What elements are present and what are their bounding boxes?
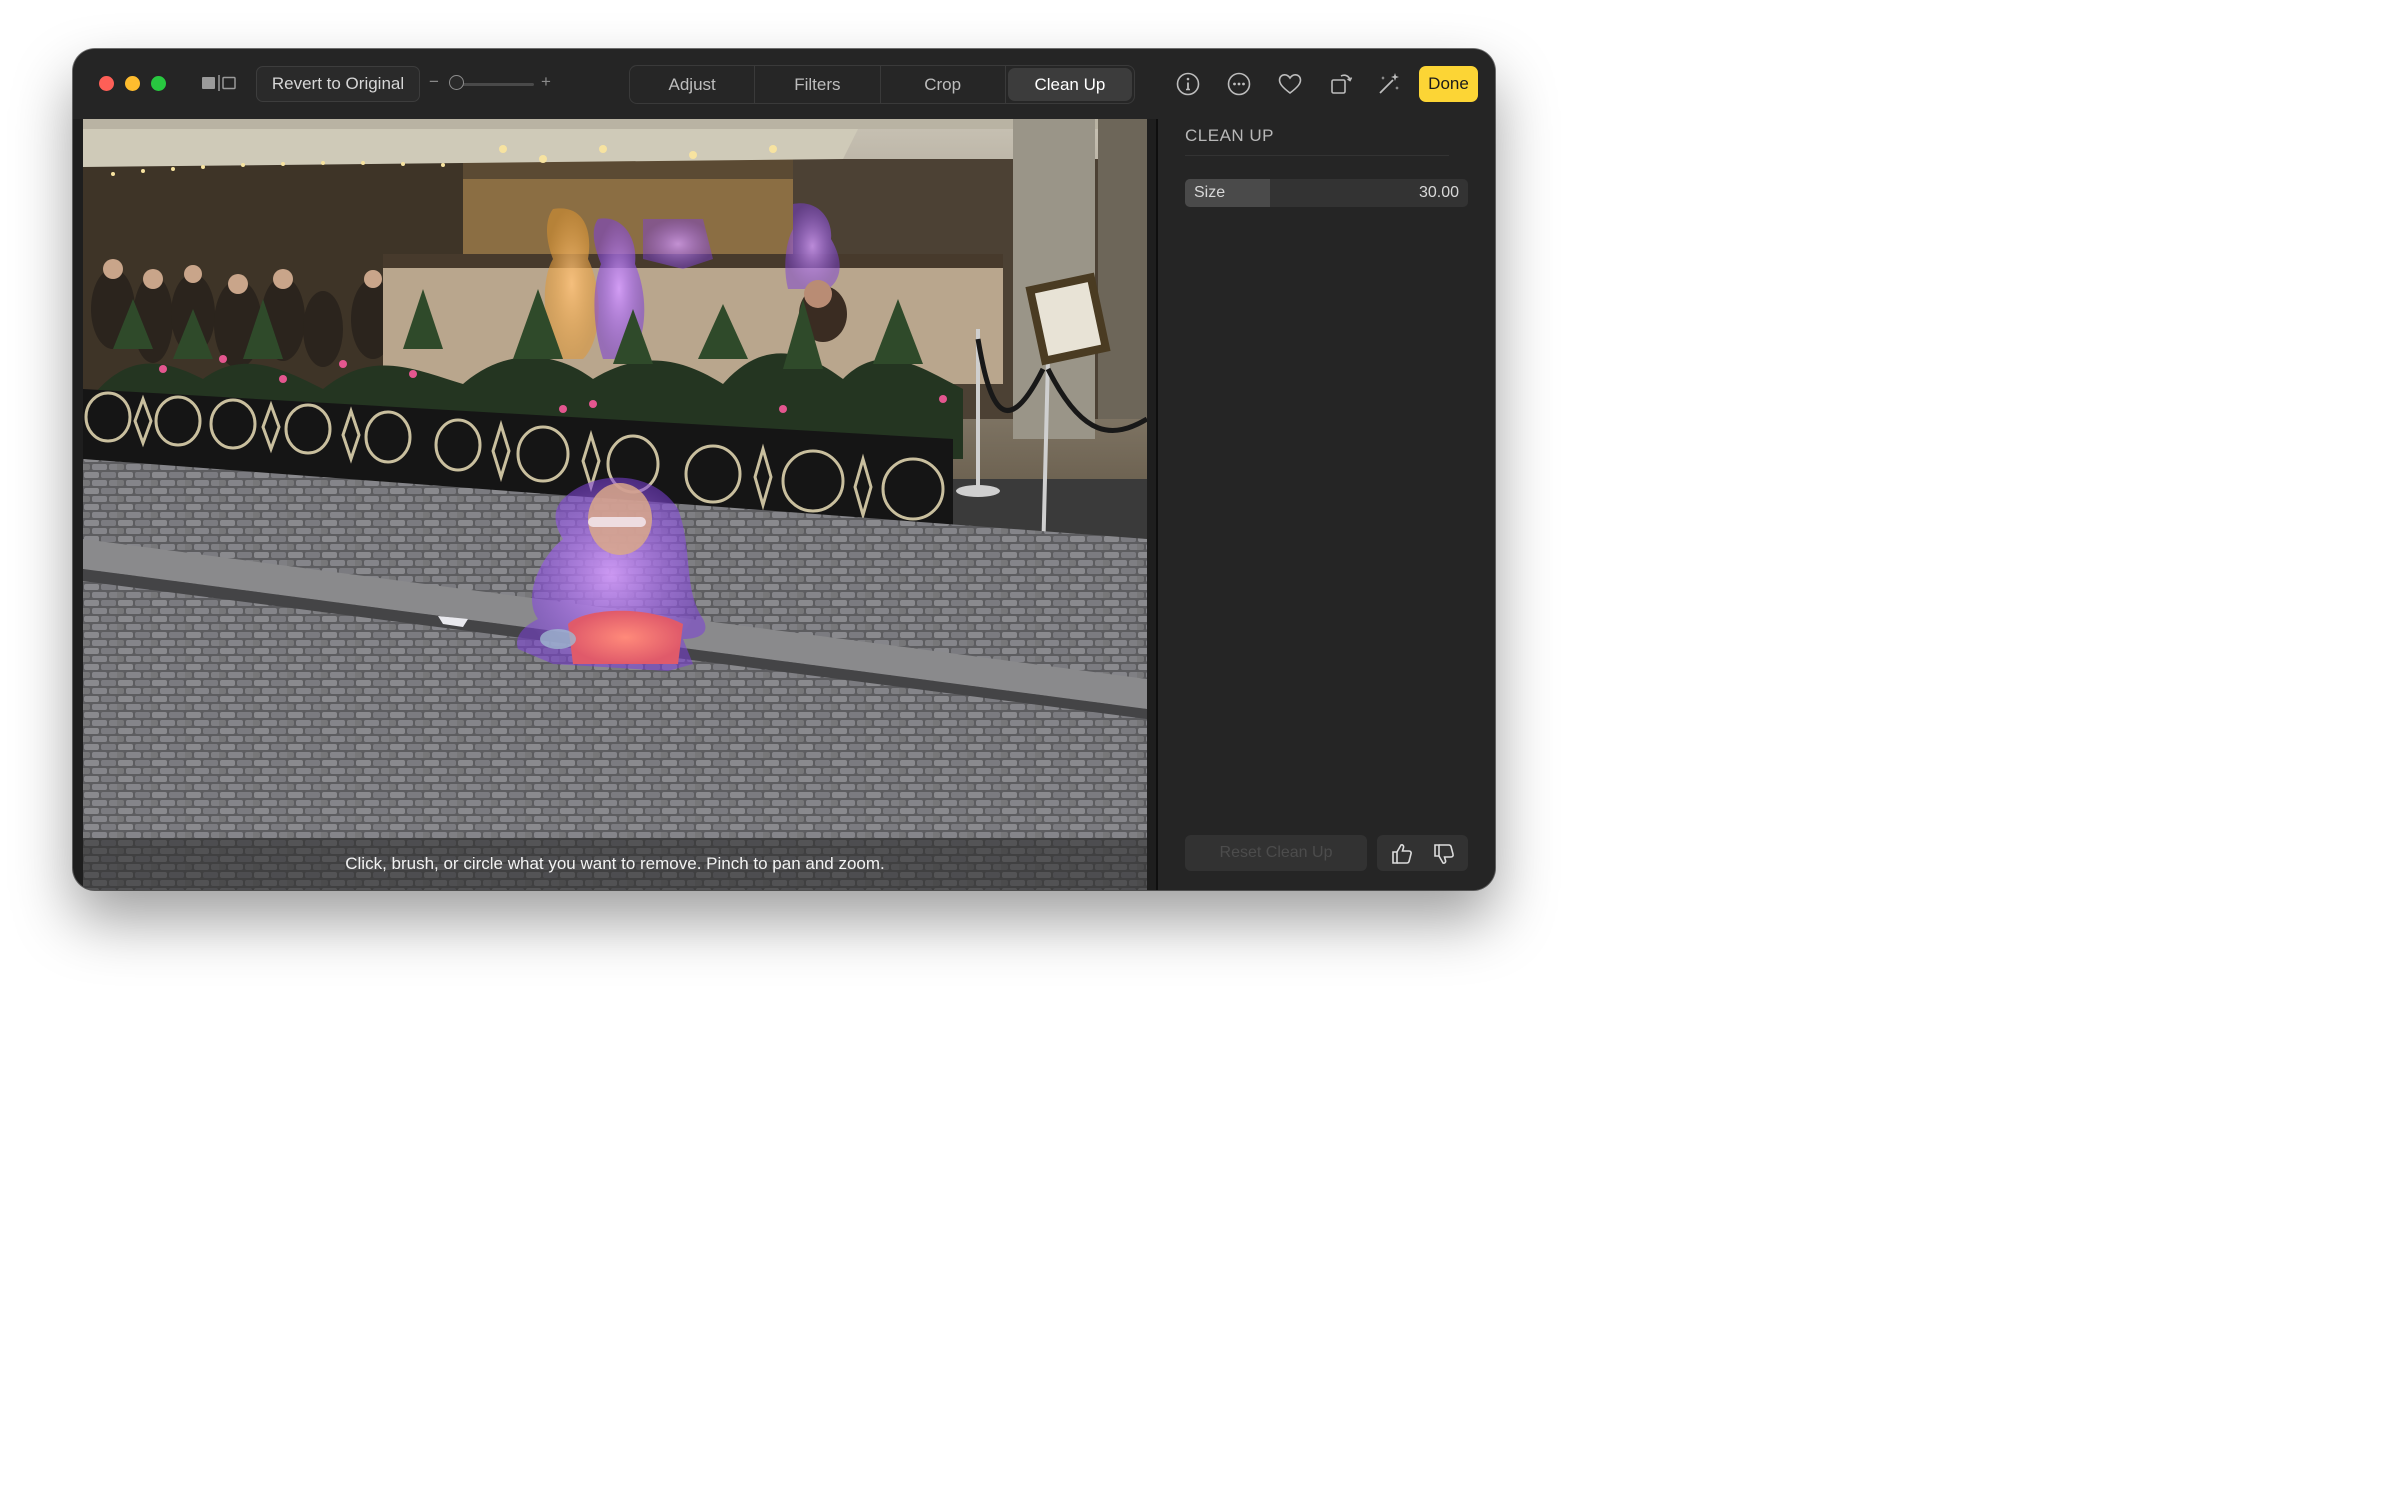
street-cafe-photo — [83, 119, 1147, 890]
photos-edit-window: Revert to Original − + Adjust Filters Cr… — [73, 49, 1495, 890]
thumbs-down-icon[interactable] — [1431, 841, 1457, 867]
zoom-slider-knob[interactable] — [449, 75, 464, 90]
zoom-out-button[interactable]: − — [429, 71, 439, 93]
panel-divider-line — [1185, 155, 1449, 156]
tab-clean-up[interactable]: Clean Up — [1007, 68, 1132, 101]
brush-size-label: Size — [1194, 184, 1226, 201]
edit-mode-tabs: Adjust Filters Crop Clean Up — [629, 65, 1135, 104]
more-icon[interactable] — [1225, 70, 1253, 98]
zoom-window-button[interactable] — [151, 76, 166, 91]
brush-size-value: 30.00 — [1418, 184, 1459, 201]
hint-bar: Click, brush, or circle what you want to… — [83, 838, 1147, 890]
done-button[interactable]: Done — [1419, 66, 1478, 102]
tab-adjust[interactable]: Adjust — [630, 66, 756, 103]
auto-enhance-wand-icon[interactable] — [1375, 70, 1403, 98]
revert-to-original-button[interactable]: Revert to Original — [256, 66, 420, 102]
close-window-button[interactable] — [99, 76, 114, 91]
zoom-in-button[interactable]: + — [541, 71, 551, 93]
thumbs-up-icon[interactable] — [1389, 841, 1415, 867]
panel-title: CLEAN UP — [1185, 126, 1275, 145]
compare-before-after-icon[interactable] — [201, 75, 237, 91]
reset-clean-up-button[interactable]: Reset Clean Up — [1185, 835, 1367, 871]
photo-canvas[interactable]: Click, brush, or circle what you want to… — [83, 119, 1147, 890]
minimize-window-button[interactable] — [125, 76, 140, 91]
toolbar: Revert to Original − + Adjust Filters Cr… — [73, 49, 1495, 119]
brush-size-slider[interactable]: Size 30.00 — [1185, 179, 1468, 207]
clean-up-hint: Click, brush, or circle what you want to… — [345, 854, 885, 873]
tab-crop[interactable]: Crop — [881, 66, 1006, 103]
info-icon[interactable] — [1174, 70, 1202, 98]
feedback-buttons — [1377, 835, 1468, 871]
favorite-heart-icon[interactable] — [1276, 70, 1304, 98]
clean-up-panel: CLEAN UP Size 30.00 Reset Clean Up — [1158, 119, 1495, 890]
rotate-icon[interactable] — [1327, 70, 1355, 98]
tab-filters[interactable]: Filters — [755, 66, 881, 103]
